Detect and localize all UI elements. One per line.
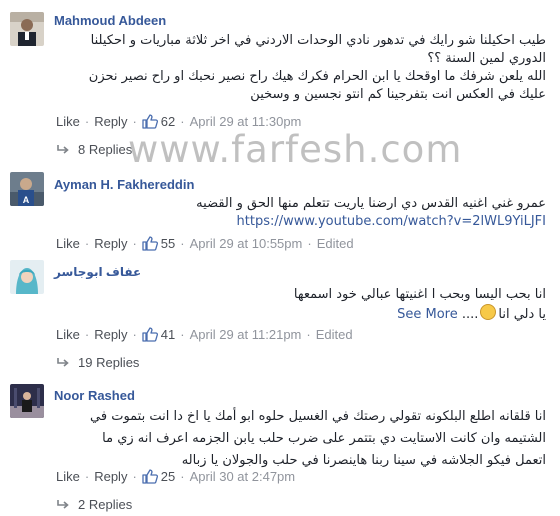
reply-arrow-icon: [57, 357, 69, 367]
avatar[interactable]: [10, 384, 44, 418]
avatar[interactable]: [10, 12, 44, 46]
thumbs-up-icon: [142, 469, 158, 484]
comment-line: عليك في العكس انت بتفرجينا كم انتو نجسين…: [250, 87, 546, 102]
comment-line: عمرو غني اغنيه القدس دي ارضنا ياريت تتعل…: [196, 196, 546, 211]
reply-link[interactable]: Reply: [94, 469, 127, 484]
view-replies-link[interactable]: 19 Replies: [56, 355, 139, 370]
comment-author[interactable]: Ayman H. Fakhereddin: [54, 177, 194, 192]
like-link[interactable]: Like: [56, 469, 80, 484]
watermark: www.farfesh.com: [128, 128, 463, 171]
comment-author[interactable]: عفاف ابوجاسر: [54, 265, 141, 279]
view-replies-link[interactable]: 2 Replies: [56, 497, 132, 512]
like-count-value: 62: [160, 114, 176, 129]
comment-url-link[interactable]: https://www.youtube.com/watch?v=2lWL9YiL…: [237, 214, 546, 229]
comment-line: يا دلي انا: [498, 307, 546, 322]
comment-actions: Like · Reply · 55 · April 29 at 10:55pm …: [56, 236, 354, 251]
comment-line: الدوري لمين السنة ؟؟: [427, 51, 546, 66]
reply-link[interactable]: Reply: [94, 236, 127, 251]
see-more-link[interactable]: See More: [397, 307, 458, 322]
thumbs-up-icon: [142, 114, 158, 129]
comment-actions: Like · Reply · 25 · April 30 at 2:47pm: [56, 469, 296, 484]
comment-timestamp[interactable]: April 29 at 11:30pm: [190, 114, 302, 129]
reply-arrow-icon: [57, 144, 69, 154]
edited-label[interactable]: Edited: [317, 236, 354, 251]
comment-line: انا قلقانه اطلع البلكونه تقولي رصتك في ا…: [90, 409, 546, 424]
thumbs-up-icon: [142, 327, 158, 342]
comment-text: عمرو غني اغنيه القدس دي ارضنا ياريت تتعل…: [56, 195, 546, 231]
comment-actions: Like · Reply · 62 · April 29 at 11:30pm: [56, 114, 302, 129]
comment-text: انا بحب اليسا وبحب ا اغنيتها عبالي خود ا…: [56, 286, 546, 324]
view-replies-link[interactable]: 8 Replies: [56, 142, 132, 157]
comment-author[interactable]: Mahmoud Abdeen: [54, 13, 166, 28]
like-count[interactable]: 62: [142, 114, 175, 129]
like-count[interactable]: 41: [142, 327, 175, 342]
svg-text:A: A: [23, 195, 30, 205]
like-count[interactable]: 55: [142, 236, 175, 251]
edited-label[interactable]: Edited: [316, 327, 353, 342]
comment-timestamp[interactable]: April 29 at 10:55pm: [190, 236, 303, 251]
like-count-value: 41: [160, 327, 176, 342]
like-link[interactable]: Like: [56, 114, 80, 129]
like-count-value: 55: [160, 236, 176, 251]
replies-count: 19 Replies: [78, 355, 140, 370]
comment-timestamp[interactable]: April 30 at 2:47pm: [190, 469, 296, 484]
comment-line: الشتيمه وان كانت الاستايت دي بتتمر على ض…: [102, 431, 546, 446]
reply-link[interactable]: Reply: [94, 114, 127, 129]
like-count-value: 25: [160, 469, 176, 484]
like-count[interactable]: 25: [142, 469, 175, 484]
comment-text: انا قلقانه اطلع البلكونه تقولي رصتك في ا…: [56, 406, 546, 472]
like-link[interactable]: Like: [56, 236, 80, 251]
comment-timestamp[interactable]: April 29 at 11:21pm: [190, 327, 302, 342]
comment-actions: Like · Reply · 41 · April 29 at 11:21pm …: [56, 327, 353, 342]
avatar[interactable]: [10, 260, 44, 294]
comment-line: الله يلعن شرفك ما اوقحك يا ابن الحرام فك…: [88, 69, 546, 84]
smiley-icon: [480, 304, 497, 320]
like-link[interactable]: Like: [56, 327, 80, 342]
replies-count: 2 Replies: [78, 497, 133, 512]
comment-author[interactable]: Noor Rashed: [54, 388, 135, 403]
comment-text: طيب احكيلنا شو رايك في تدهور نادي الوحدا…: [56, 32, 546, 104]
replies-count: 8 Replies: [78, 142, 133, 157]
avatar[interactable]: A: [10, 172, 44, 206]
thumbs-up-icon: [142, 236, 158, 251]
reply-arrow-icon: [57, 499, 69, 509]
comment-line: طيب احكيلنا شو رايك في تدهور نادي الوحدا…: [90, 33, 546, 48]
reply-link[interactable]: Reply: [94, 327, 127, 342]
comment-line: انا بحب اليسا وبحب ا اغنيتها عبالي خود ا…: [293, 287, 546, 302]
